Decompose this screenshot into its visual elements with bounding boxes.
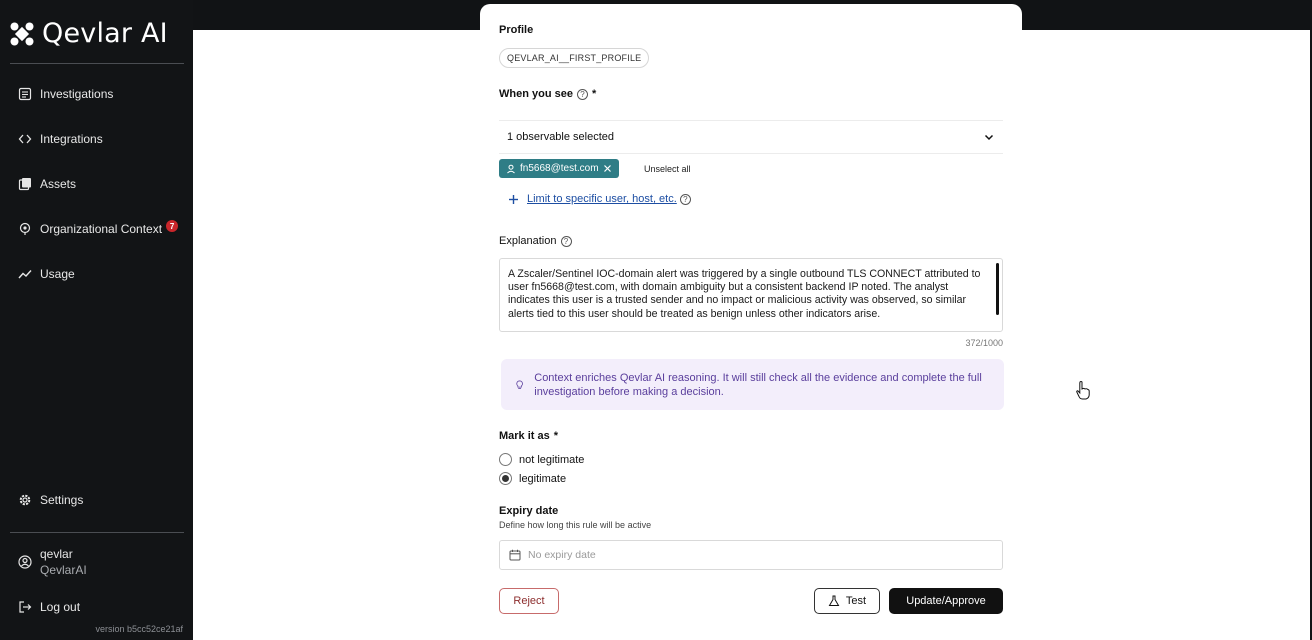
plus-icon xyxy=(509,194,518,204)
help-icon[interactable]: ? xyxy=(560,235,572,247)
trend-icon xyxy=(18,270,32,279)
notification-badge: 7 xyxy=(166,220,179,232)
qevlar-logo-icon xyxy=(10,22,34,45)
location-icon xyxy=(19,222,31,235)
observable-tag-label: fn5668@test.com xyxy=(520,163,599,174)
gear-icon xyxy=(19,494,31,506)
mark-as-label: Mark it as * xyxy=(499,430,559,442)
settings-label: Settings xyxy=(40,493,84,507)
calendar-icon xyxy=(509,549,521,561)
test-button-label: Test xyxy=(845,595,867,607)
info-callout: Context enriches Qevlar AI reasoning. It… xyxy=(501,359,1004,410)
version-label: version b5cc52ce21af xyxy=(95,624,183,634)
sidebar-item-label: Integrations xyxy=(40,132,103,146)
list-icon xyxy=(18,87,32,101)
explanation-textarea[interactable]: A Zscaler/Sentinel IOC-domain alert was … xyxy=(499,258,1003,332)
sidebar-item-integrations[interactable]: Integrations xyxy=(18,129,103,149)
assets-icon xyxy=(18,178,31,191)
explanation-text: A Zscaler/Sentinel IOC-domain alert was … xyxy=(508,268,981,320)
sidebar-item-investigations[interactable]: Investigations xyxy=(18,84,113,104)
help-icon[interactable]: ? xyxy=(679,193,691,205)
sidebar-item-usage[interactable]: Usage xyxy=(18,264,75,284)
reject-button[interactable]: Reject xyxy=(499,588,559,614)
limit-scope-label: Limit to specific user, host, etc. xyxy=(527,193,677,205)
when-you-see-label: When you see ? * xyxy=(499,88,597,100)
info-text: Context enriches Qevlar AI reasoning. It… xyxy=(534,371,982,398)
sidebar-divider xyxy=(10,532,184,533)
chevron-down-icon xyxy=(984,134,994,141)
sidebar: Qevlar AI Investigations Integrations As… xyxy=(0,0,193,640)
radio-label: not legitimate xyxy=(519,453,585,466)
help-icon[interactable]: ? xyxy=(576,88,588,100)
user-avatar-icon xyxy=(18,555,32,569)
explanation-label: Explanation ? xyxy=(499,235,572,247)
limit-scope-link[interactable]: Limit to specific user, host, etc. ? xyxy=(508,193,691,205)
profile-chip[interactable]: QEVLAR_AI__FIRST_PROFILE xyxy=(499,48,650,68)
character-counter: 372/1000 xyxy=(965,338,1003,348)
update-approve-button[interactable]: Update/Approve xyxy=(889,588,1003,614)
user-icon xyxy=(507,164,515,173)
flask-icon xyxy=(828,595,840,606)
observable-select-value: 1 observable selected xyxy=(507,131,615,143)
radio-label: legitimate xyxy=(519,472,567,485)
hand-cursor-icon xyxy=(1076,381,1090,400)
profile-label: Profile xyxy=(499,24,534,36)
context-rule-panel: Profile QEVLAR_AI__FIRST_PROFILE When yo… xyxy=(480,4,1022,640)
observable-tag[interactable]: fn5668@test.com xyxy=(499,159,619,178)
radio-button[interactable] xyxy=(499,453,512,466)
unselect-all-button[interactable]: Unselect all xyxy=(644,164,691,174)
sidebar-item-label: Usage xyxy=(40,267,75,281)
sidebar-item-label: Assets xyxy=(40,177,77,191)
user-org: QevlarAI xyxy=(40,563,87,577)
brand-logo[interactable]: Qevlar AI xyxy=(10,18,168,49)
user-profile[interactable]: qevlar QevlarAI xyxy=(18,546,87,578)
radio-legitimate[interactable]: legitimate xyxy=(499,472,566,485)
sidebar-item-assets[interactable]: Assets xyxy=(18,174,76,194)
sidebar-item-settings[interactable]: Settings xyxy=(18,490,83,510)
close-icon[interactable] xyxy=(603,164,612,173)
expiry-placeholder: No expiry date xyxy=(528,549,596,561)
brand-name: Qevlar AI xyxy=(42,18,168,49)
logout-label: Log out xyxy=(40,600,81,614)
radio-button-selected[interactable] xyxy=(499,472,512,485)
radio-not-legitimate[interactable]: not legitimate xyxy=(499,453,584,466)
logout-icon xyxy=(19,601,32,613)
sidebar-item-label: Investigations xyxy=(40,87,114,101)
logout-button[interactable]: Log out xyxy=(18,597,80,617)
expiry-label: Expiry date xyxy=(499,505,559,517)
sidebar-item-organizational-context[interactable]: Organizational Context 7 xyxy=(18,219,179,239)
test-button[interactable]: Test xyxy=(814,588,880,614)
expiry-date-input[interactable]: No expiry date xyxy=(499,540,1003,570)
sidebar-divider xyxy=(10,63,184,64)
expiry-hint: Define how long this rule will be active xyxy=(499,520,652,530)
lightbulb-icon xyxy=(516,379,523,389)
user-name: qevlar xyxy=(40,547,73,561)
textarea-scrollbar[interactable] xyxy=(996,263,999,315)
observable-select[interactable]: 1 observable selected xyxy=(499,120,1003,154)
sidebar-item-label: Organizational Context xyxy=(40,222,163,236)
code-icon xyxy=(18,134,32,144)
